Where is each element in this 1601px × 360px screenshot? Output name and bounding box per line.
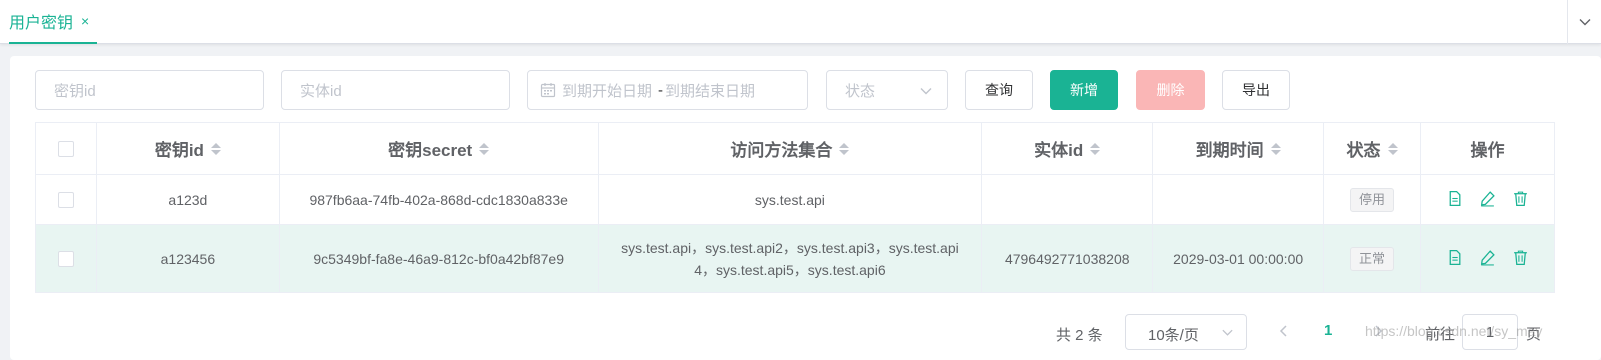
sort-icon[interactable] xyxy=(1090,142,1101,155)
expire-date-range-picker[interactable]: 到期开始日期 - 到期结束日期 xyxy=(527,70,808,110)
column-label: 密钥id xyxy=(154,141,204,160)
date-end-placeholder: 到期结束日期 xyxy=(665,82,756,100)
chevron-right-icon[interactable] xyxy=(1370,323,1386,339)
table-header-row: 密钥id 密钥secret 访问方法集合 实体id 到期时间 状态 操作 xyxy=(35,122,1555,175)
tab-bar: 用户密钥 × xyxy=(0,0,1601,44)
cell-methods: sys.test.api xyxy=(597,174,983,225)
column-label: 实体id xyxy=(1034,141,1084,160)
edit-icon[interactable] xyxy=(1479,190,1496,207)
cell-status: 正常 xyxy=(1323,224,1421,293)
status-select[interactable]: 状态 xyxy=(826,70,948,110)
page-number-current[interactable]: 1 xyxy=(1324,322,1332,339)
row-select-cell xyxy=(35,174,97,225)
delete-button[interactable]: 删除 xyxy=(1136,70,1205,110)
cell-secret: 987fb6aa-74fb-402a-868d-cdc1830a833e xyxy=(278,174,599,225)
select-all-cell xyxy=(35,122,97,175)
sort-icon[interactable] xyxy=(1270,142,1281,155)
add-button[interactable]: 新增 xyxy=(1050,70,1118,110)
status-badge: 停用 xyxy=(1350,187,1395,212)
chevron-left-icon[interactable] xyxy=(1276,323,1292,339)
date-separator: - xyxy=(658,81,664,99)
table-row[interactable]: a123456 9c5349bf-fa8e-46a9-812c-bf0a42bf… xyxy=(35,224,1555,293)
row-checkbox[interactable] xyxy=(57,192,74,209)
cell-entity-id xyxy=(981,174,1154,225)
row-checkbox[interactable] xyxy=(57,251,74,268)
chevron-down-icon xyxy=(1579,19,1590,26)
entity-id-input[interactable]: 实体id xyxy=(281,70,510,110)
column-label: 到期时间 xyxy=(1195,141,1264,160)
sort-icon[interactable] xyxy=(479,142,490,155)
page-size-select[interactable]: 10条/页 xyxy=(1125,314,1247,350)
table-row[interactable]: a123d 987fb6aa-74fb-402a-868d-cdc1830a83… xyxy=(35,174,1555,225)
trash-icon[interactable] xyxy=(1512,249,1529,266)
pagination: 共 2 条 10条/页 1 前往 页 xyxy=(0,314,1601,354)
cell-status: 停用 xyxy=(1323,174,1421,225)
tab-user-keys[interactable]: 用户密钥 × xyxy=(9,0,98,44)
cell-actions xyxy=(1420,174,1555,225)
column-header-expire[interactable]: 到期时间 xyxy=(1152,122,1325,175)
document-icon[interactable] xyxy=(1446,190,1463,207)
query-button[interactable]: 查询 xyxy=(965,70,1033,110)
close-icon[interactable]: × xyxy=(81,13,89,29)
entity-id-placeholder: 实体id xyxy=(300,82,342,100)
pagination-total: 共 2 条 xyxy=(1056,327,1103,344)
sort-icon[interactable] xyxy=(210,142,221,155)
sort-icon[interactable] xyxy=(839,142,850,155)
goto-label: 前往 xyxy=(1425,326,1456,343)
chevron-down-icon xyxy=(1222,329,1233,336)
column-header-status[interactable]: 状态 xyxy=(1323,122,1421,175)
page-suffix: 页 xyxy=(1526,326,1542,343)
column-label: 密钥secret xyxy=(388,141,473,160)
row-select-cell xyxy=(35,224,97,293)
document-icon[interactable] xyxy=(1446,249,1463,266)
column-header-entity-id[interactable]: 实体id xyxy=(981,122,1154,175)
export-button[interactable]: 导出 xyxy=(1222,70,1290,110)
cell-expire xyxy=(1152,174,1325,225)
key-id-placeholder: 密钥id xyxy=(54,82,96,100)
edit-icon[interactable] xyxy=(1479,249,1496,266)
column-label: 状态 xyxy=(1346,141,1381,160)
column-header-methods[interactable]: 访问方法集合 xyxy=(597,122,983,175)
cell-expire: 2029-03-01 00:00:00 xyxy=(1152,224,1325,293)
goto-page-input[interactable] xyxy=(1462,314,1518,350)
column-label: 访问方法集合 xyxy=(730,141,833,160)
column-label: 操作 xyxy=(1470,141,1505,160)
chevron-down-icon xyxy=(920,88,932,95)
column-header-secret[interactable]: 密钥secret xyxy=(278,122,599,175)
status-badge: 正常 xyxy=(1350,246,1395,271)
cell-actions xyxy=(1420,224,1555,293)
trash-icon[interactable] xyxy=(1512,190,1529,207)
column-header-key-id[interactable]: 密钥id xyxy=(95,122,280,175)
cell-key-id: a123d xyxy=(95,174,280,225)
tab-label: 用户密钥 xyxy=(9,15,74,32)
page-size-value: 10条/页 xyxy=(1148,327,1199,344)
status-placeholder: 状态 xyxy=(845,82,876,100)
column-header-actions: 操作 xyxy=(1420,122,1555,175)
methods-line: sys.test.api，sys.test.api2，sys.test.api3… xyxy=(621,239,959,256)
keys-table: 密钥id 密钥secret 访问方法集合 实体id 到期时间 状态 操作 a12… xyxy=(35,122,1555,293)
sort-icon[interactable] xyxy=(1387,142,1398,155)
select-all-checkbox[interactable] xyxy=(57,141,74,158)
cell-key-id: a123456 xyxy=(95,224,280,293)
key-id-input[interactable]: 密钥id xyxy=(35,70,264,110)
methods-line: 4，sys.test.api5，sys.test.api6 xyxy=(694,261,886,278)
date-start-placeholder: 到期开始日期 xyxy=(562,82,653,100)
cell-secret: 9c5349bf-fa8e-46a9-812c-bf0a42bf87e9 xyxy=(278,224,599,293)
cell-entity-id: 4796492771038208 xyxy=(981,224,1154,293)
cell-methods: sys.test.api，sys.test.api2，sys.test.api3… xyxy=(597,224,983,293)
calendar-icon xyxy=(540,83,556,98)
tabs-dropdown-button[interactable] xyxy=(1567,0,1601,44)
